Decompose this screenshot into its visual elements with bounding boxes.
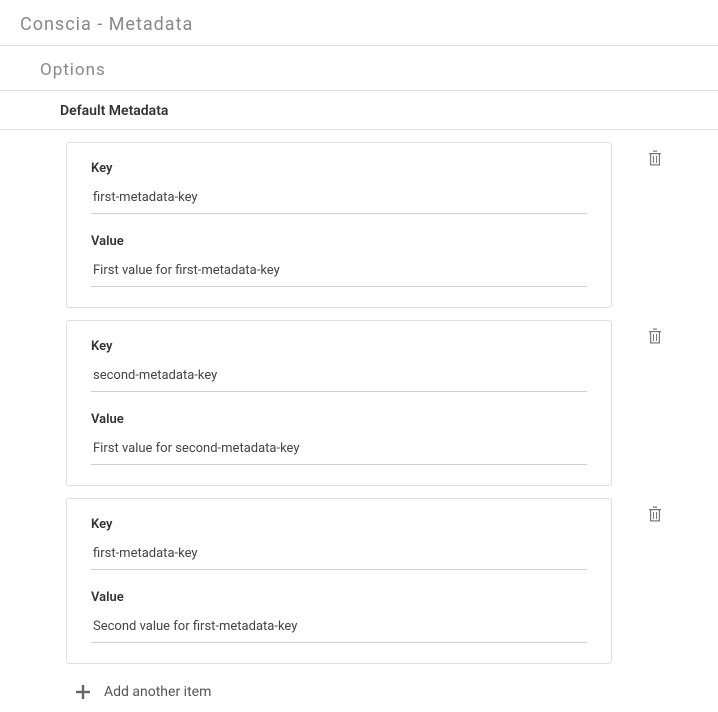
metadata-items-container: Key Value — [0, 142, 718, 700]
value-label: Value — [91, 234, 587, 249]
trash-icon — [648, 150, 662, 169]
item-actions — [612, 498, 664, 524]
trash-icon — [648, 328, 662, 347]
plus-icon — [76, 685, 90, 699]
key-label: Key — [91, 161, 587, 176]
delete-button[interactable] — [646, 150, 664, 168]
value-input[interactable] — [91, 435, 587, 465]
key-label: Key — [91, 339, 587, 354]
add-item-button[interactable]: Add another item — [66, 664, 698, 700]
metadata-item-row: Key Value — [66, 320, 698, 486]
metadata-item-row: Key Value — [66, 142, 698, 308]
delete-button[interactable] — [646, 506, 664, 524]
subsection-title-default-metadata: Default Metadata — [0, 91, 718, 130]
value-input[interactable] — [91, 613, 587, 643]
add-item-label: Add another item — [104, 684, 211, 700]
item-actions — [612, 142, 664, 168]
value-input[interactable] — [91, 257, 587, 287]
section-title-options: Options — [0, 46, 718, 91]
trash-icon — [648, 506, 662, 525]
key-input[interactable] — [91, 540, 587, 570]
value-field-group: Value — [91, 590, 587, 643]
key-field-group: Key — [91, 517, 587, 570]
key-field-group: Key — [91, 339, 587, 392]
key-input[interactable] — [91, 362, 587, 392]
metadata-item-card: Key Value — [66, 142, 612, 308]
delete-button[interactable] — [646, 328, 664, 346]
value-label: Value — [91, 590, 587, 605]
value-label: Value — [91, 412, 587, 427]
key-input[interactable] — [91, 184, 587, 214]
key-field-group: Key — [91, 161, 587, 214]
value-field-group: Value — [91, 412, 587, 465]
metadata-item-card: Key Value — [66, 498, 612, 664]
key-label: Key — [91, 517, 587, 532]
metadata-item-card: Key Value — [66, 320, 612, 486]
item-actions — [612, 320, 664, 346]
metadata-item-row: Key Value — [66, 498, 698, 664]
value-field-group: Value — [91, 234, 587, 287]
page-title: Conscia - Metadata — [0, 0, 718, 46]
